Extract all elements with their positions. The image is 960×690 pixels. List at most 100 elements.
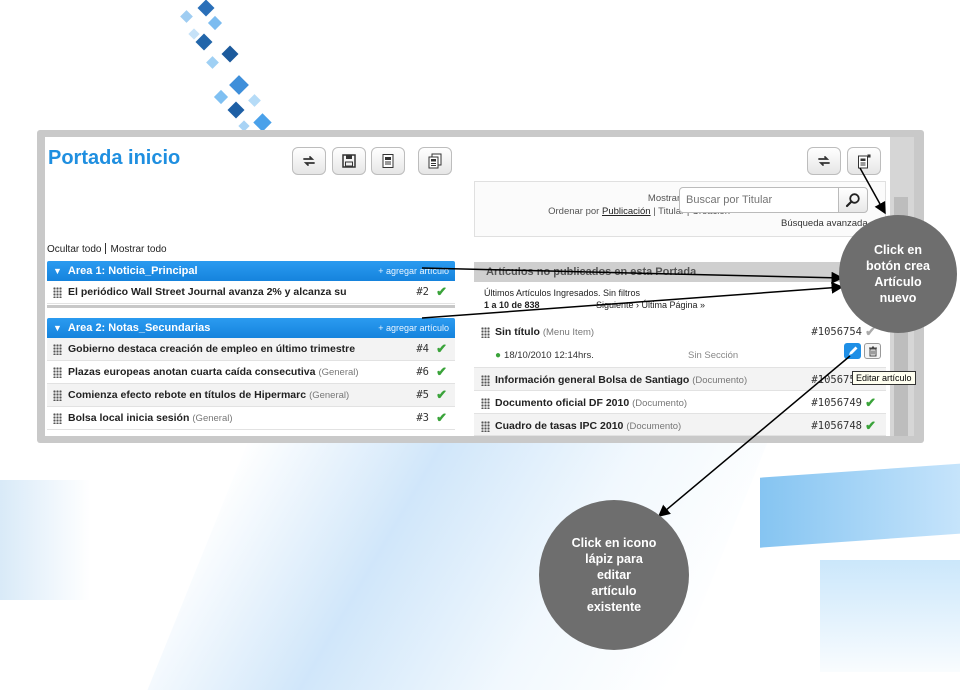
show-all-link[interactable]: Mostrar todo xyxy=(110,244,166,255)
hide-all-link[interactable]: Ocultar todo xyxy=(47,244,101,255)
pagination-links[interactable]: Siguiente › Última Página » xyxy=(596,300,705,310)
callout-text: Click en icono lápiz para editar artícul… xyxy=(571,536,657,614)
new-article-button[interactable] xyxy=(847,147,881,175)
area-1: ▼ Area 1: Noticia_Principal + agregar ar… xyxy=(47,261,455,304)
list-item[interactable]: Información general Bolsa de Santiago (D… xyxy=(474,368,886,391)
separator: | xyxy=(653,206,656,217)
article-section: (Documento) xyxy=(692,375,748,386)
refresh-button[interactable] xyxy=(292,147,326,175)
edit-article-button[interactable] xyxy=(844,343,861,359)
save-button[interactable] xyxy=(332,147,366,175)
list-item[interactable]: El periódico Wall Street Journal avanza … xyxy=(47,281,455,304)
drag-handle-icon[interactable] xyxy=(53,389,62,401)
article-title-text: Sin título xyxy=(495,326,540,338)
articles-copy-icon xyxy=(428,153,442,169)
list-item[interactable]: Plazas europeas anotan cuarta caída cons… xyxy=(47,361,455,384)
article-date-text: 18/10/2010 12:14hrs. xyxy=(504,350,594,361)
article-section: (Menu Item) xyxy=(542,327,595,338)
list-item[interactable]: Sin título (Menu Item) #1056754 ✔ ● 18/10… xyxy=(474,320,886,368)
article-title-text: Información general Bolsa de Santiago xyxy=(495,374,690,386)
drag-handle-icon[interactable] xyxy=(53,286,62,298)
copy-articles-button[interactable] xyxy=(418,147,452,175)
drag-handle-icon[interactable] xyxy=(481,375,490,386)
show-hide-links: Ocultar todo Mostrar todo xyxy=(47,243,167,255)
area-title: Area 2: Notas_Secundarias xyxy=(67,322,211,334)
show-label: Mostrar xyxy=(647,193,681,204)
drag-handle-icon[interactable] xyxy=(481,327,490,338)
save-icon xyxy=(342,154,356,168)
article-position: #5 xyxy=(416,389,429,401)
page-title: Portada inicio xyxy=(48,147,181,169)
check-icon: ✔ xyxy=(436,387,447,402)
article-position: #4 xyxy=(416,343,429,355)
background-band xyxy=(0,480,90,600)
add-article-link[interactable]: + agregar artículo xyxy=(378,323,449,333)
article-title: Plazas europeas anotan cuarta caída cons… xyxy=(68,366,316,378)
background-band xyxy=(820,560,960,672)
article-section: (General) xyxy=(192,412,233,424)
article-no-section: Sin Sección xyxy=(688,350,739,361)
list-item[interactable]: Documento oficial DF 2010 (Documento) #1… xyxy=(474,391,886,414)
trash-icon xyxy=(868,346,877,356)
article-title: Documento oficial DF 2010 (Documento) xyxy=(495,397,687,409)
check-icon: ✔ xyxy=(436,364,447,379)
check-icon: ✔ xyxy=(865,395,876,410)
unpublished-header: Artículos no publicados en esta Portada xyxy=(474,262,886,282)
article-id: #1056748 xyxy=(811,420,862,432)
list-item[interactable]: Cuadro de tasas IPC 2010 (Documento) #10… xyxy=(474,414,886,436)
status-dot-icon: ● xyxy=(495,350,502,361)
article-title-text: Documento oficial DF 2010 xyxy=(495,397,630,409)
list-item[interactable]: Comienza efecto rebote en títulos de Hip… xyxy=(47,384,455,407)
check-icon: ✔ xyxy=(436,341,447,356)
article-icon xyxy=(382,154,394,168)
drag-handle-icon[interactable] xyxy=(53,343,62,355)
divider xyxy=(47,305,455,308)
unpublished-subtitle: Últimos Artículos Ingresados. Sin filtro… xyxy=(484,288,641,298)
article-title: Sin título (Menu Item) xyxy=(495,326,594,338)
area-header[interactable]: ▼ Area 1: Noticia_Principal + agregar ar… xyxy=(47,261,455,281)
pagination: 1 a 10 de 838 Siguiente › Última Página … xyxy=(484,300,705,310)
delete-article-button[interactable] xyxy=(864,343,881,359)
search-input[interactable] xyxy=(679,187,839,213)
article-position: #6 xyxy=(416,366,429,378)
add-article-link[interactable]: + agregar artículo xyxy=(378,266,449,276)
article-title: Comienza efecto rebote en títulos de Hip… xyxy=(68,389,307,401)
search-icon xyxy=(845,193,860,208)
result-range: 1 a 10 de 838 xyxy=(484,300,540,310)
article-title: Bolsa local inicia sesión xyxy=(68,412,190,424)
callout-edit-article: Click en icono lápiz para editar artícul… xyxy=(539,500,689,650)
collapse-triangle-icon[interactable]: ▼ xyxy=(53,266,62,276)
check-icon: ✔ xyxy=(436,284,447,299)
refresh-unpublished-button[interactable] xyxy=(807,147,841,175)
advanced-search-link[interactable]: Búsqueda avanzada xyxy=(781,218,868,229)
background-band xyxy=(760,462,960,548)
order-label: Ordenar por xyxy=(548,206,600,217)
area-2: ▼ Area 2: Notas_Secundarias + agregar ar… xyxy=(47,318,455,430)
new-article-icon xyxy=(858,154,871,169)
article-title: Gobierno destaca creación de empleo en ú… xyxy=(68,343,356,355)
article-section: (General) xyxy=(318,366,359,378)
refresh-icon xyxy=(818,156,830,166)
list-item[interactable]: Gobierno destaca creación de empleo en ú… xyxy=(47,338,455,361)
callout-new-article: Click en botón crea Artículo nuevo xyxy=(839,215,957,333)
article-title: El periódico Wall Street Journal avanza … xyxy=(68,286,347,298)
order-publication-link[interactable]: Publicación xyxy=(602,206,651,217)
callout-text: Click en botón crea Artículo nuevo xyxy=(866,243,930,305)
refresh-icon xyxy=(303,156,315,166)
list-item[interactable]: Bolsa local inicia sesión (General) #3 ✔ xyxy=(47,407,455,430)
search-button[interactable] xyxy=(838,187,868,213)
drag-handle-icon[interactable] xyxy=(53,366,62,378)
tooltip: Editar artículo xyxy=(852,371,916,385)
area-title: Area 1: Noticia_Principal xyxy=(67,265,198,277)
article-title: Cuadro de tasas IPC 2010 (Documento) xyxy=(495,420,681,432)
drag-handle-icon[interactable] xyxy=(53,412,62,424)
check-icon: ✔ xyxy=(865,418,876,433)
drag-handle-icon[interactable] xyxy=(481,421,490,432)
article-button[interactable] xyxy=(371,147,405,175)
article-id: #1056749 xyxy=(811,397,862,409)
collapse-triangle-icon[interactable]: ▼ xyxy=(53,323,62,333)
drag-handle-icon[interactable] xyxy=(481,398,490,409)
article-position: #2 xyxy=(416,286,429,298)
area-header[interactable]: ▼ Area 2: Notas_Secundarias + agregar ar… xyxy=(47,318,455,338)
article-title-text: Cuadro de tasas IPC 2010 xyxy=(495,420,624,432)
